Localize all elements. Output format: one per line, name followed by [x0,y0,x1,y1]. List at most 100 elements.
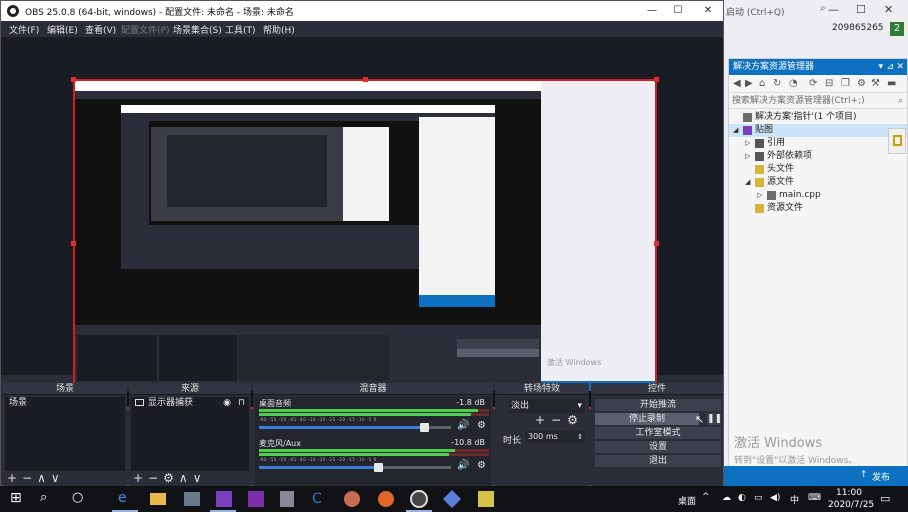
help-app-icon[interactable] [478,491,494,507]
move-down-icon[interactable]: ∨ [51,471,65,485]
speaker-icon[interactable]: 🔊 [457,420,469,431]
menu-item[interactable]: 配置文件(P) [121,23,169,36]
file-explorer-icon[interactable] [150,493,166,505]
add-icon[interactable]: + [133,471,148,485]
keyboard-icon[interactable]: ⌨ [808,493,821,503]
firefox-icon[interactable] [378,491,394,507]
close-icon[interactable]: ✕ [884,3,893,16]
collapse-icon[interactable]: ⊟ [825,78,833,89]
settings-button[interactable]: 设置 [595,441,721,453]
studio-mode-button[interactable]: 工作室模式 [595,427,721,439]
maximize-icon[interactable]: ☐ [856,3,866,16]
tree-item[interactable]: ▷ main.cpp [729,189,907,202]
tree-item[interactable]: ▷ 引用 [729,137,907,150]
preview-icon[interactable]: ▬ [887,78,896,89]
quick-launch[interactable]: 启动 (Ctrl+Q) [726,5,785,18]
tree-item[interactable]: 解决方案'指针'(1 个项目) [729,111,907,124]
volume-icon[interactable]: ◀) [770,493,780,503]
resize-handle[interactable] [654,241,659,246]
scene-item[interactable]: 场景 [5,397,125,409]
home-icon[interactable]: ⌂ [759,78,765,89]
app-icon[interactable] [280,491,294,507]
eye-icon[interactable]: ◉ [223,397,231,409]
search-icon[interactable]: ⌕ [40,490,58,508]
menu-item[interactable]: 场景集合(S) [173,23,222,36]
source-item[interactable]: 显示器捕获 ◉ ⊓ [131,397,249,409]
network-icon[interactable]: ▭ [754,493,763,503]
task-view-icon[interactable]: ○ [72,490,90,508]
expand-arrow-icon[interactable]: ▷ [757,189,762,202]
expand-arrow-icon[interactable]: ▷ [745,150,750,163]
maximize-icon[interactable]: ☐ [667,3,689,19]
menu-item[interactable]: 帮助(H) [263,23,295,36]
publish-button[interactable]: 发布 [872,470,890,483]
resize-handle[interactable] [363,77,368,82]
search-icon[interactable]: ⌕ [898,93,903,109]
menu-item[interactable]: 文件(F) [9,23,39,36]
move-up-icon[interactable]: ∧ [179,471,193,485]
back-icon[interactable]: ◀ [733,78,741,89]
sync-icon[interactable]: ↻ [773,78,781,89]
remote-desktop-icon[interactable] [184,492,200,506]
search-icon[interactable]: ⌕ [820,3,826,14]
menu-item[interactable]: 查看(V) [85,23,116,36]
resize-handle[interactable] [71,241,76,246]
unlock-icon[interactable]: ⊓ [238,397,245,409]
gear-icon[interactable]: ⚙ [163,471,179,485]
tree-item[interactable]: 头文件 [729,163,907,176]
expand-arrow-icon[interactable]: ◢ [733,124,738,137]
slider-thumb[interactable] [420,423,430,432]
app-icon-2[interactable] [442,489,462,509]
remove-icon[interactable]: − [551,413,567,427]
expand-arrow-icon[interactable]: ◢ [745,176,750,189]
user-app-icon[interactable] [344,491,360,507]
solution-search-input[interactable]: 搜索解决方案资源管理器(Ctrl+;) ⌕ [729,93,907,109]
tree-item[interactable]: ◢ 贴图 [729,124,907,137]
volume-slider[interactable] [259,423,451,432]
edge-icon[interactable]: e [118,490,136,508]
remove-icon[interactable]: − [22,471,37,485]
pin-icon[interactable]: ⊿ [886,59,894,75]
headset-icon[interactable]: ◐ [738,493,746,503]
gear-icon[interactable]: ⚙ [477,420,486,431]
windows-start-icon[interactable]: ⊞ [10,490,28,508]
wrench-icon[interactable]: ⚒ [871,78,880,89]
remove-icon[interactable]: − [148,471,163,485]
preview-canvas[interactable]: 激活 Windows 11:00 [73,79,657,409]
gear-icon[interactable]: ⚙ [567,413,584,427]
start-streaming-button[interactable]: 开始推流 [595,399,721,411]
files-icon[interactable]: ❐ [841,78,850,89]
gear-icon[interactable]: ⚙ [477,460,486,471]
clock-time[interactable]: 11:00 [836,488,862,498]
menu-item[interactable]: 工具(T) [225,23,256,36]
obs-taskbar-icon[interactable] [410,490,428,508]
desktop-label[interactable]: 桌面 [678,494,696,507]
cloud-icon[interactable]: ☁ [722,493,731,503]
user-name[interactable]: 209865265 [832,23,884,33]
duration-input[interactable]: 300 ms ⇕ [525,431,585,443]
ime-indicator[interactable]: 中 [790,493,799,506]
exit-button[interactable]: 退出 [595,455,721,467]
refresh-icon[interactable]: ⟳ [809,78,817,89]
resize-handle[interactable] [71,77,76,82]
move-up-icon[interactable]: ∧ [37,471,51,485]
move-down-icon[interactable]: ∨ [193,471,207,485]
minimize-icon[interactable]: — [641,3,663,19]
transition-select[interactable]: 淡出 ▾ [509,399,585,413]
tree-item[interactable]: ◢ 源文件 [729,176,907,189]
forward-icon[interactable]: ▶ [745,78,753,89]
add-icon[interactable]: + [535,413,551,427]
tree-item[interactable]: 资源文件 [729,202,907,215]
menu-item[interactable]: 编辑(E) [47,23,78,36]
dropdown-icon[interactable]: ▾ [878,59,883,75]
chevron-up-icon[interactable]: ^ [702,492,710,502]
slider-thumb[interactable] [374,463,384,472]
chrome-like-icon[interactable]: C [312,491,326,507]
spinner-icon[interactable]: ⇕ [577,431,583,443]
tree-item[interactable]: ▷ 外部依赖项 [729,150,907,163]
speaker-icon[interactable]: 🔊 [457,460,469,471]
close-icon[interactable]: ✕ [896,59,904,75]
clock-date[interactable]: 2020/7/25 [828,500,874,510]
visual-studio-icon[interactable] [216,491,232,507]
onenote-icon[interactable] [248,491,264,507]
